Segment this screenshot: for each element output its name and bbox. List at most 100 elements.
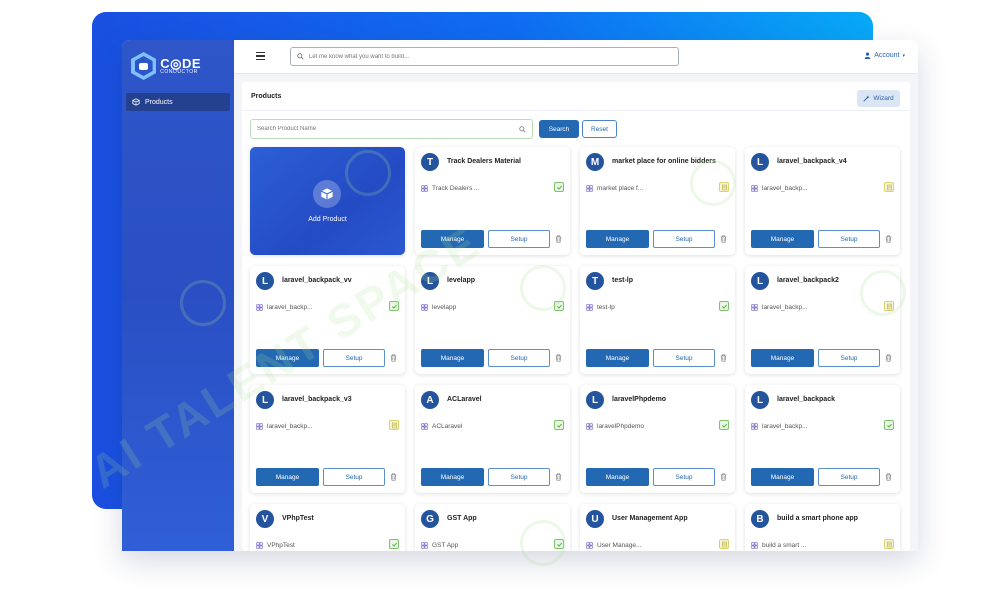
- apps-grid-icon: [751, 184, 758, 192]
- app-name: GST App: [432, 541, 459, 549]
- product-avatar: V: [256, 510, 274, 528]
- setup-button[interactable]: Setup: [653, 230, 715, 248]
- app-row[interactable]: laravel_backp...: [256, 300, 399, 314]
- products-panel: Products Wizard Search Reset Add Product: [242, 82, 910, 551]
- app-row[interactable]: laravel_backp...: [751, 419, 894, 433]
- check-status-icon: [719, 420, 729, 430]
- trash-icon[interactable]: [885, 473, 892, 481]
- trash-icon[interactable]: [720, 473, 727, 481]
- brand-subtitle: CONDUCTOR: [160, 69, 199, 75]
- setup-button[interactable]: Setup: [653, 349, 715, 367]
- apps-grid-icon: [586, 184, 593, 192]
- document-status-icon: [719, 539, 729, 549]
- product-card[interactable]: Llevelapp levelapp Manage Setup: [415, 266, 570, 374]
- product-card[interactable]: A ACLaravel ACLaravel Manage Setup: [415, 385, 570, 493]
- build-prompt-input[interactable]: [309, 53, 669, 60]
- manage-button[interactable]: Manage: [256, 349, 319, 367]
- setup-button[interactable]: Setup: [818, 349, 880, 367]
- setup-button[interactable]: Setup: [323, 468, 385, 486]
- trash-icon[interactable]: [555, 354, 562, 362]
- reset-button[interactable]: Reset: [582, 120, 617, 138]
- app-row[interactable]: Track Dealers ...: [421, 181, 564, 195]
- setup-button[interactable]: Setup: [488, 349, 550, 367]
- product-card[interactable]: LlaravelPhpdemo laravelPhpdemo Manage Setup: [580, 385, 735, 493]
- product-avatar: U: [586, 510, 604, 528]
- manage-button[interactable]: Manage: [256, 468, 319, 486]
- manage-button[interactable]: Manage: [586, 230, 649, 248]
- product-title: market place for online bidders: [612, 158, 716, 165]
- apps-grid-icon: [421, 422, 428, 430]
- app-row[interactable]: levelapp: [421, 300, 564, 314]
- search-icon: [297, 53, 304, 60]
- manage-button[interactable]: Manage: [751, 349, 814, 367]
- product-card[interactable]: Ttest-lp test-lp Manage Setup: [580, 266, 735, 374]
- sidebar-item-products[interactable]: Products: [126, 93, 230, 111]
- app-row[interactable]: laravelPhpdemo: [586, 419, 729, 433]
- setup-button[interactable]: Setup: [323, 349, 385, 367]
- trash-icon[interactable]: [720, 235, 727, 243]
- app-row[interactable]: VPhpTest: [256, 538, 399, 551]
- trash-icon[interactable]: [555, 473, 562, 481]
- search-button[interactable]: Search: [539, 120, 579, 138]
- app-row[interactable]: GST App: [421, 538, 564, 551]
- product-search-input[interactable]: [257, 126, 497, 132]
- account-menu[interactable]: Account ▾: [864, 52, 905, 59]
- user-icon: [864, 52, 871, 59]
- cube-icon: [132, 98, 140, 106]
- app-row[interactable]: ACLaravel: [421, 419, 564, 433]
- wizard-button[interactable]: Wizard: [857, 90, 900, 107]
- document-status-icon: [884, 182, 894, 192]
- product-card[interactable]: Mmarket place for online bidders market p…: [580, 147, 735, 255]
- product-card[interactable]: Llaravel_backpack laravel_backp... Manage S…: [745, 385, 900, 493]
- trash-icon[interactable]: [390, 473, 397, 481]
- manage-button[interactable]: Manage: [751, 230, 814, 248]
- setup-button[interactable]: Setup: [653, 468, 715, 486]
- check-status-icon: [554, 301, 564, 311]
- manage-button[interactable]: Manage: [586, 468, 649, 486]
- check-status-icon: [554, 420, 564, 430]
- trash-icon[interactable]: [555, 235, 562, 243]
- product-card[interactable]: Llaravel_backpack_v4 laravel_backp... Mana…: [745, 147, 900, 255]
- manage-button[interactable]: Manage: [751, 468, 814, 486]
- trash-icon[interactable]: [885, 235, 892, 243]
- trash-icon[interactable]: [885, 354, 892, 362]
- product-card[interactable]: UUser Management AppUser Manage...Manage…: [580, 504, 735, 551]
- product-card[interactable]: GGST AppGST AppManageSetup: [415, 504, 570, 551]
- menu-icon[interactable]: [256, 52, 265, 60]
- product-card[interactable]: Bbuild a smart phone app build a smart ..…: [745, 504, 900, 551]
- product-title: laravel_backpack: [777, 396, 835, 403]
- setup-button[interactable]: Setup: [818, 230, 880, 248]
- check-status-icon: [719, 301, 729, 311]
- setup-button[interactable]: Setup: [488, 468, 550, 486]
- manage-button[interactable]: Manage: [421, 468, 484, 486]
- app-row[interactable]: test-lp: [586, 300, 729, 314]
- setup-button[interactable]: Setup: [818, 468, 880, 486]
- app-row[interactable]: laravel_backp...: [751, 300, 894, 314]
- app-row[interactable]: laravel_backp...: [256, 419, 399, 433]
- app-row[interactable]: laravel_backp...: [751, 181, 894, 195]
- product-card[interactable]: VVPhpTestVPhpTestManageSetup: [250, 504, 405, 551]
- trash-icon[interactable]: [390, 354, 397, 362]
- manage-button[interactable]: Manage: [586, 349, 649, 367]
- add-product-card[interactable]: Add Product: [250, 147, 405, 255]
- app-name: market place f...: [597, 184, 644, 192]
- product-card[interactable]: Llaravel_backpack_vv laravel_backp... Mana…: [250, 266, 405, 374]
- product-card[interactable]: Llaravel_backpack2 laravel_backp... Manage…: [745, 266, 900, 374]
- check-status-icon: [389, 539, 399, 549]
- brand-logo[interactable]: C◎DE CONDUCTOR: [131, 51, 201, 81]
- manage-button[interactable]: Manage: [421, 349, 484, 367]
- document-status-icon: [719, 182, 729, 192]
- screenshot-stage: C◎DE CONDUCTOR Products Account ▾: [0, 0, 1000, 600]
- app-row[interactable]: User Manage...: [586, 538, 729, 551]
- manage-button[interactable]: Manage: [421, 230, 484, 248]
- trash-icon[interactable]: [720, 354, 727, 362]
- cube-icon: [313, 180, 341, 208]
- product-card[interactable]: T Track Dealers Material Track Dealers ...…: [415, 147, 570, 255]
- app-row[interactable]: market place f...: [586, 181, 729, 195]
- sidebar-item-label: Products: [145, 98, 173, 106]
- app-row[interactable]: build a smart ...: [751, 538, 894, 551]
- setup-button[interactable]: Setup: [488, 230, 550, 248]
- product-avatar: L: [256, 391, 274, 409]
- product-card[interactable]: Llaravel_backpack_v3 laravel_backp... Mana…: [250, 385, 405, 493]
- app-name: ACLaravel: [432, 422, 463, 430]
